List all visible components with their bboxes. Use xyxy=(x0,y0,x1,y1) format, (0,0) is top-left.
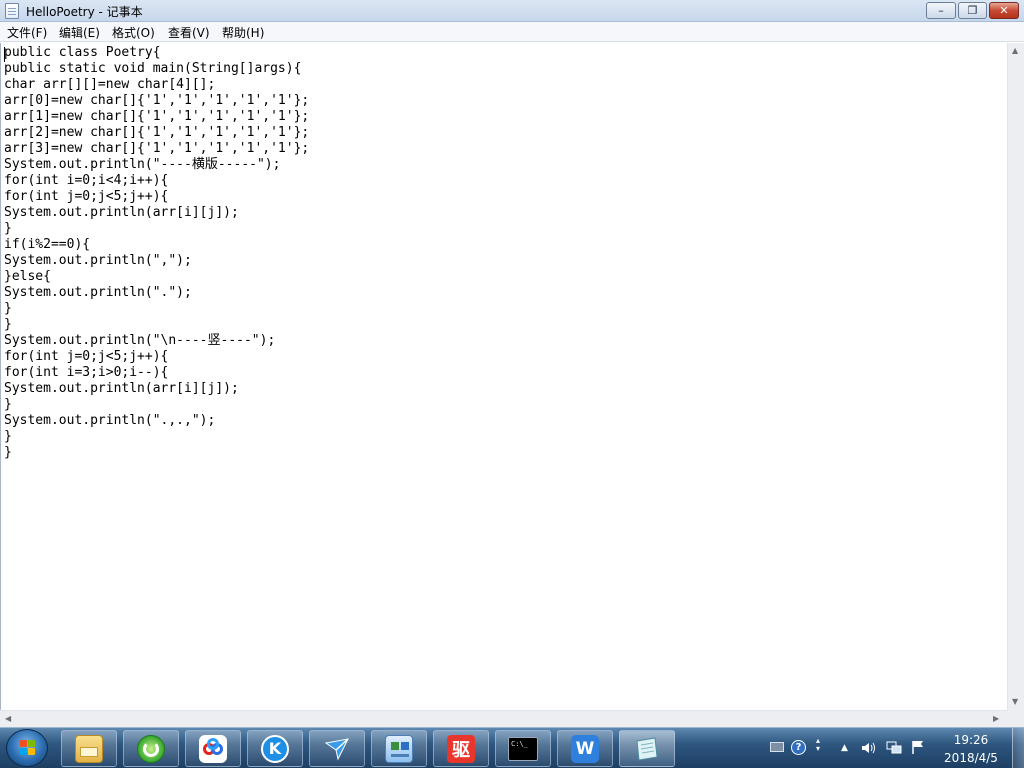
scroll-up-icon[interactable]: ▲ xyxy=(1012,47,1018,55)
taskbar-file-explorer[interactable] xyxy=(61,730,117,767)
taskbar-kugou[interactable]: K xyxy=(247,730,303,767)
windows-logo-icon xyxy=(20,740,36,756)
taskbar-wps-writer[interactable]: W xyxy=(557,730,613,767)
taskbar-360-browser[interactable] xyxy=(123,730,179,767)
minimize-button[interactable]: – xyxy=(926,2,956,19)
title-bar[interactable]: HelloPoetry - 记事本 – ❐ ✕ xyxy=(0,0,1024,22)
menu-file[interactable]: 文件(F) xyxy=(7,24,47,41)
taskbar-notepad[interactable] xyxy=(619,730,675,767)
taskbar-command-prompt[interactable]: C:\_ xyxy=(495,730,551,767)
clock-date[interactable]: 2018/4/5 xyxy=(936,751,1006,765)
volume-icon[interactable] xyxy=(861,740,875,754)
scroll-left-icon[interactable]: ◀ xyxy=(5,715,11,723)
wps-writer-icon: W xyxy=(571,734,599,763)
driver-wizard-icon: 驱 xyxy=(447,734,475,763)
editor-text[interactable]: public class Poetry{ public static void … xyxy=(4,45,309,461)
menu-bar: 文件(F) 编辑(E) 格式(O) 查看(V) 帮助(H) xyxy=(0,22,1024,42)
feige-messenger-icon xyxy=(323,735,351,763)
keyboard-icon[interactable] xyxy=(770,742,784,752)
browser-360-icon xyxy=(137,734,165,763)
clock-time[interactable]: 19:26 xyxy=(941,733,1001,747)
show-desktop-button[interactable] xyxy=(1012,728,1024,768)
vertical-scrollbar[interactable]: ▲ ▼ xyxy=(1007,43,1024,710)
taskbar-driver-wizard[interactable]: 驱 xyxy=(433,730,489,767)
command-prompt-icon: C:\_ xyxy=(508,736,538,761)
network-icon[interactable] xyxy=(886,740,902,754)
menu-help[interactable]: 帮助(H) xyxy=(222,24,264,41)
notepad-app-icon[interactable] xyxy=(5,3,19,19)
taskbar-control-panel[interactable] xyxy=(371,730,427,767)
window-title: HelloPoetry - 记事本 xyxy=(26,5,143,19)
scroll-down-icon[interactable]: ▼ xyxy=(1012,698,1018,706)
tray-arrows-icon[interactable]: ▴ ▾ xyxy=(816,737,830,753)
text-editor[interactable]: public class Poetry{ public static void … xyxy=(0,43,1007,710)
help-icon[interactable]: ? xyxy=(791,740,806,755)
control-panel-icon xyxy=(385,734,413,763)
size-grip[interactable] xyxy=(1007,710,1024,727)
menu-view[interactable]: 查看(V) xyxy=(168,24,210,41)
kugou-music-icon: K xyxy=(261,734,289,763)
start-button[interactable] xyxy=(6,729,48,767)
restore-button[interactable]: ❐ xyxy=(958,2,987,19)
notepad-icon xyxy=(633,735,661,763)
close-button[interactable]: ✕ xyxy=(989,2,1019,19)
menu-format[interactable]: 格式(O) xyxy=(112,24,155,41)
scroll-right-icon[interactable]: ▶ xyxy=(993,715,999,723)
menu-edit[interactable]: 编辑(E) xyxy=(59,24,100,41)
taskbar-baidu-netdisk[interactable] xyxy=(185,730,241,767)
taskbar-feige[interactable] xyxy=(309,730,365,767)
horizontal-scrollbar[interactable]: ◀ ▶ xyxy=(0,710,1007,727)
action-center-flag-icon[interactable] xyxy=(910,739,924,754)
show-hidden-icons-icon[interactable]: ▲ xyxy=(841,743,855,757)
text-caret xyxy=(4,47,5,62)
file-explorer-icon xyxy=(75,734,103,763)
baidu-netdisk-icon xyxy=(199,734,227,763)
